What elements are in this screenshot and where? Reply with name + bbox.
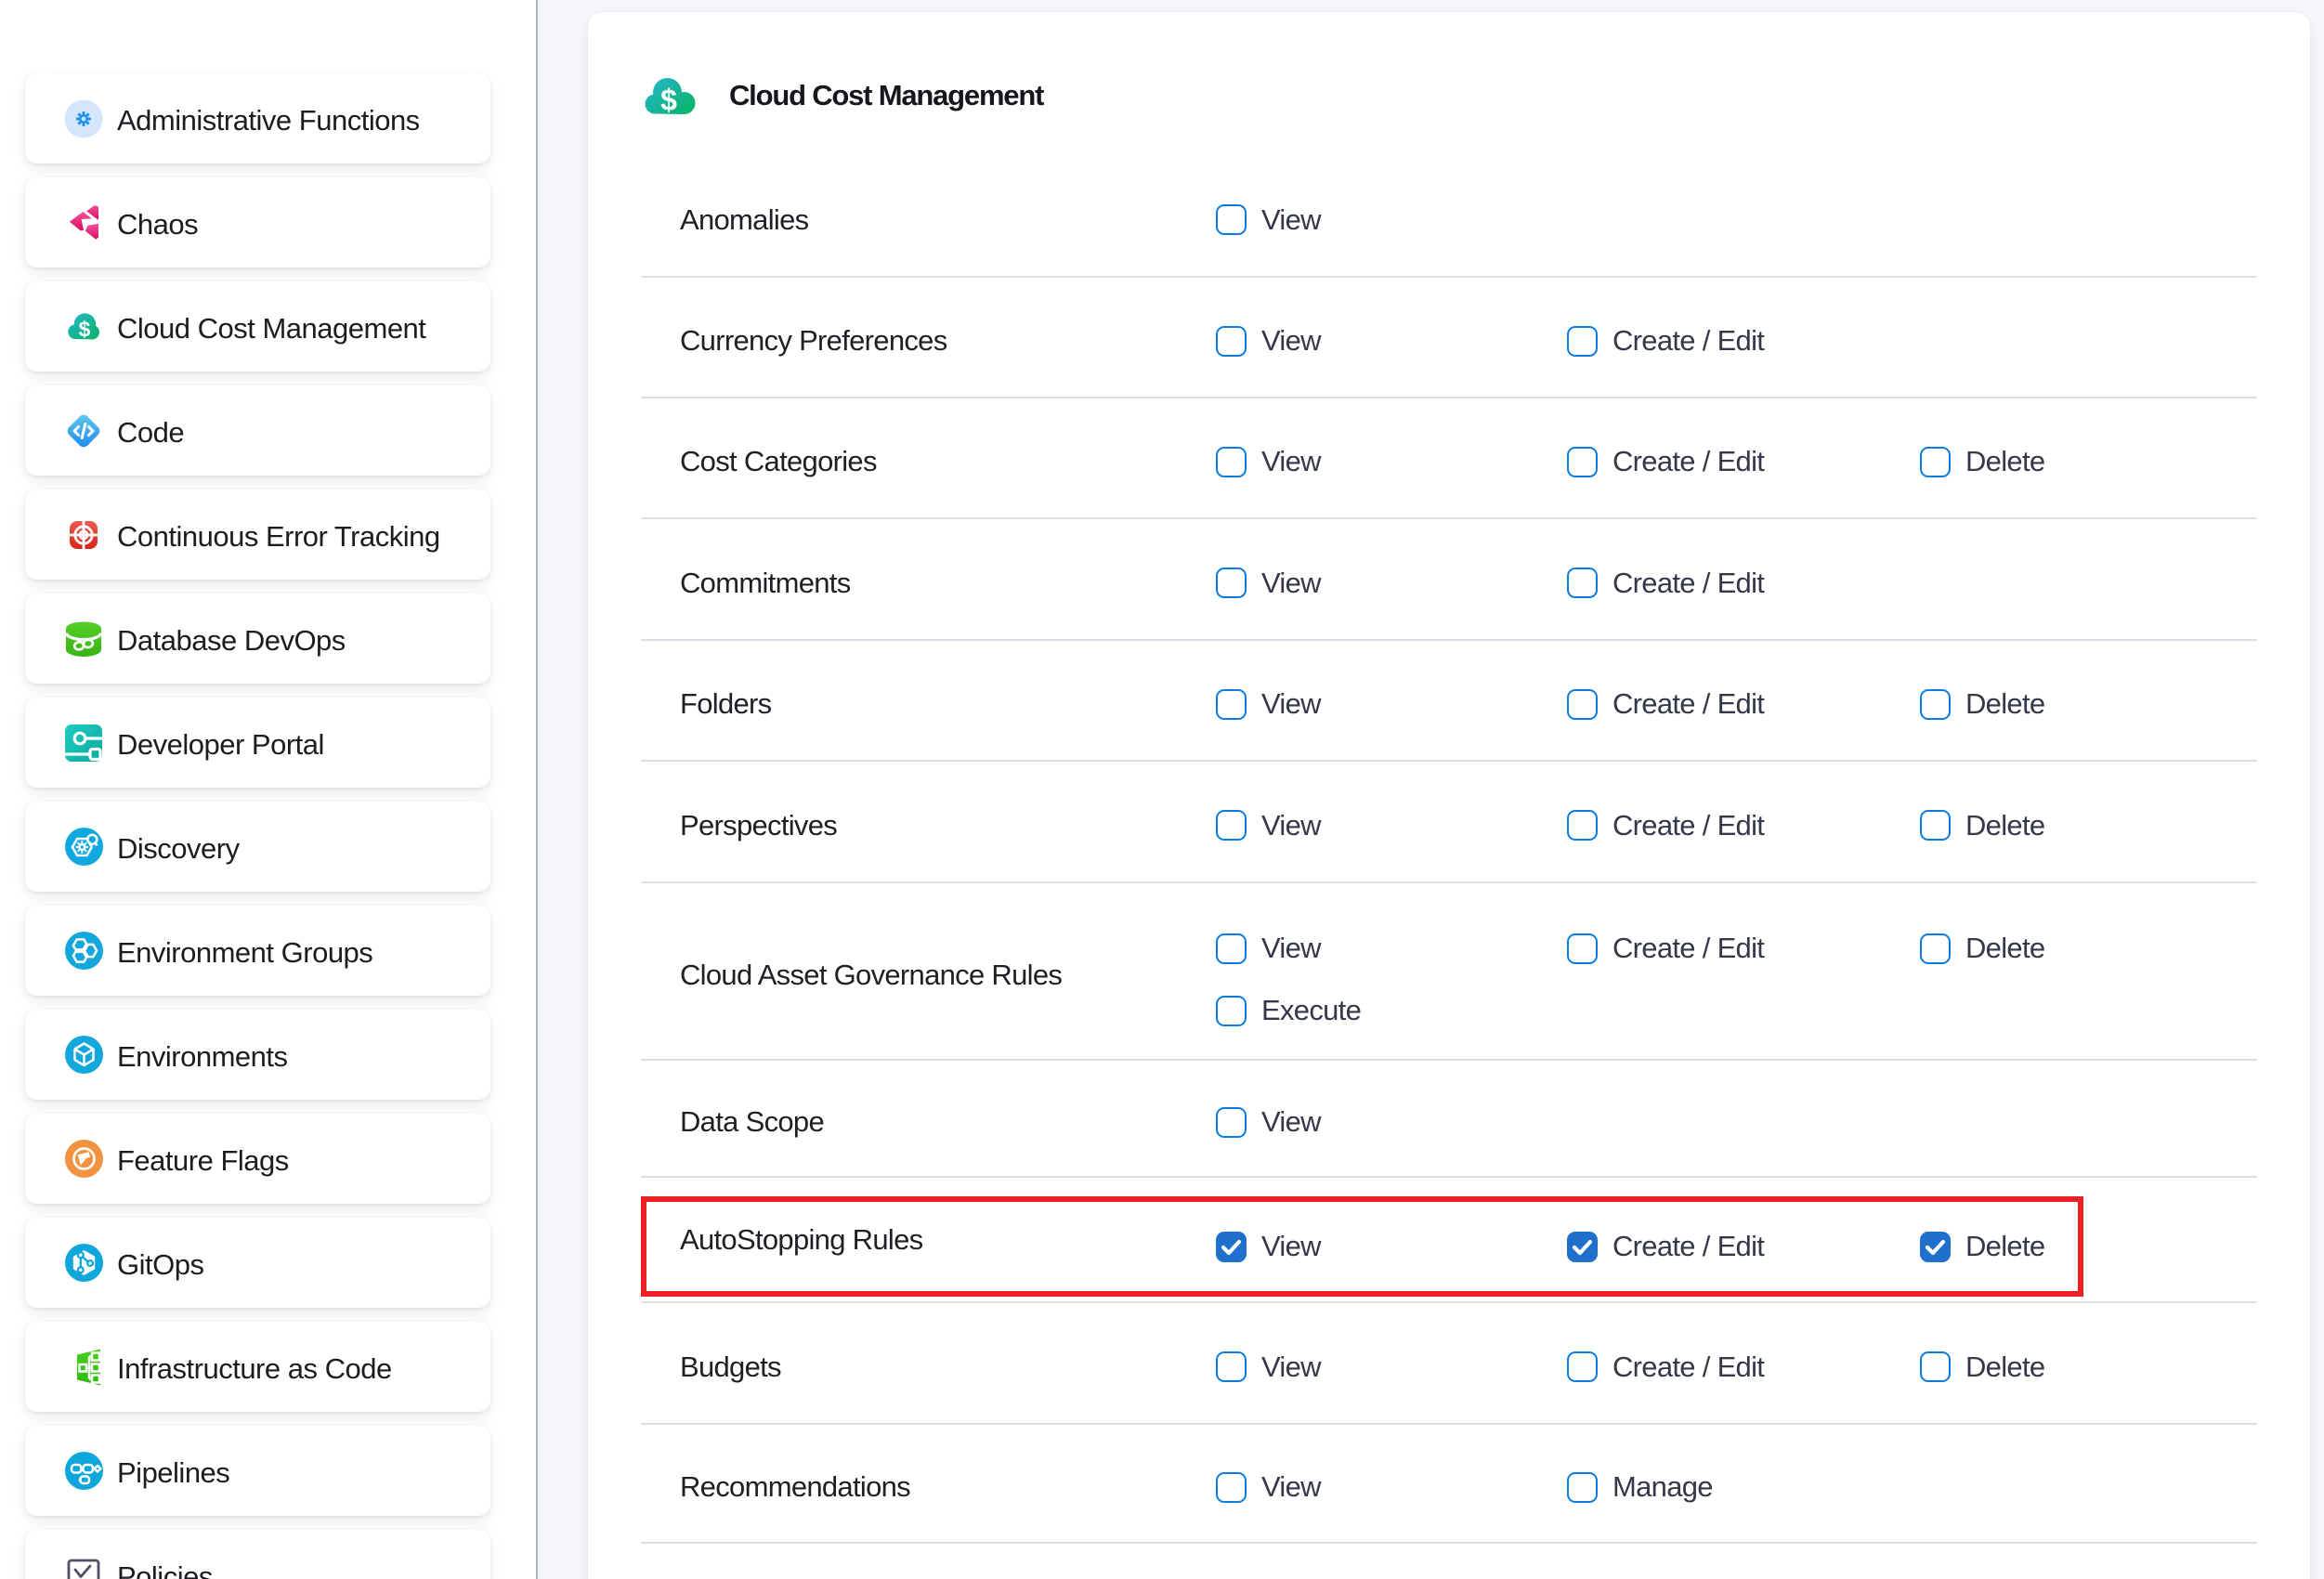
svg-text:$: $ [79,317,91,340]
svg-text:$: $ [660,83,677,115]
